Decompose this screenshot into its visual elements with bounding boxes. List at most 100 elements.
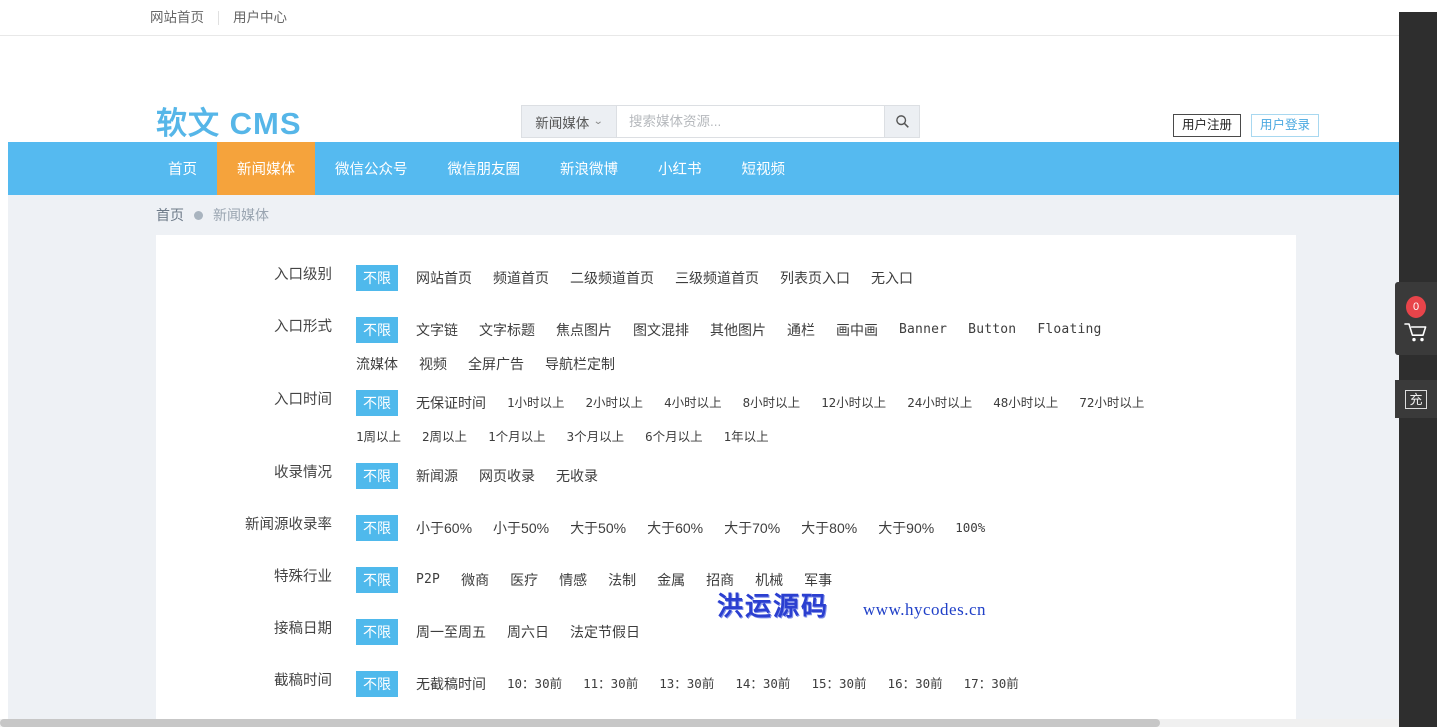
scrollbar-thumb[interactable] [0, 719, 1160, 727]
auth-buttons: 用户注册 用户登录 [1172, 114, 1319, 137]
filter-option-5-0[interactable]: 不限 [356, 567, 398, 593]
nav-item-short-video[interactable]: 短视频 [722, 142, 806, 195]
filter-option-3-3[interactable]: 无收录 [556, 463, 598, 489]
filter-option-5-7[interactable]: 招商 [706, 567, 734, 593]
filter-option-2-4[interactable]: 4小时以上 [664, 390, 722, 416]
breadcrumb-home[interactable]: 首页 [156, 205, 184, 225]
topbar-link-user-center[interactable]: 用户中心 [233, 10, 301, 25]
nav-item-news-media[interactable]: 新闻媒体 [217, 142, 315, 195]
filter-option-2-1[interactable]: 无保证时间 [416, 390, 486, 416]
nav-item-weibo[interactable]: 新浪微博 [540, 142, 638, 195]
cart-widget[interactable]: 0 [1395, 282, 1437, 355]
filter-option-5-5[interactable]: 法制 [608, 567, 636, 593]
filter-option-1-11[interactable]: 流媒体 [356, 351, 398, 377]
filter-option-2-11[interactable]: 2周以上 [422, 424, 467, 450]
filter-option-0-6[interactable]: 无入口 [871, 265, 913, 291]
filter-option-1-3[interactable]: 焦点图片 [556, 317, 612, 343]
filter-option-2-7[interactable]: 24小时以上 [907, 390, 972, 416]
filter-option-7-2[interactable]: 10：30前 [507, 671, 562, 697]
site-logo[interactable]: 软文 CMS [156, 108, 302, 139]
filter-option-2-0[interactable]: 不限 [356, 390, 398, 416]
search-category-select[interactable]: 新闻媒体 ⌄ [521, 105, 616, 138]
filter-option-1-9[interactable]: Button [968, 317, 1016, 343]
filter-option-0-3[interactable]: 二级频道首页 [570, 265, 654, 291]
filter-option-1-8[interactable]: Banner [899, 317, 947, 343]
filter-option-7-4[interactable]: 13：30前 [659, 671, 714, 697]
filter-option-4-6[interactable]: 大于80% [801, 515, 857, 541]
filter-option-3-2[interactable]: 网页收录 [479, 463, 535, 489]
recharge-button[interactable]: 充 [1395, 380, 1437, 418]
filter-option-4-5[interactable]: 大于70% [724, 515, 780, 541]
filter-option-1-7[interactable]: 画中画 [836, 317, 878, 343]
filter-option-5-8[interactable]: 机械 [755, 567, 783, 593]
filter-option-7-3[interactable]: 11：30前 [583, 671, 638, 697]
filter-option-2-5[interactable]: 8小时以上 [743, 390, 801, 416]
filter-option-2-15[interactable]: 1年以上 [724, 424, 769, 450]
login-button[interactable]: 用户登录 [1250, 114, 1319, 137]
filter-option-3-0[interactable]: 不限 [356, 463, 398, 489]
topbar-link-home[interactable]: 网站首页 [150, 10, 219, 25]
filter-option-6-3[interactable]: 法定节假日 [570, 619, 640, 645]
filter-option-1-10[interactable]: Floating [1037, 317, 1101, 343]
filter-option-2-8[interactable]: 48小时以上 [993, 390, 1058, 416]
breadcrumb-current: 新闻媒体 [213, 207, 269, 223]
filter-option-2-6[interactable]: 12小时以上 [821, 390, 886, 416]
filter-option-1-12[interactable]: 视频 [419, 351, 447, 377]
filter-option-7-8[interactable]: 17：30前 [964, 671, 1019, 697]
filter-option-7-1[interactable]: 无截稿时间 [416, 671, 486, 697]
filter-option-5-6[interactable]: 金属 [657, 567, 685, 593]
filter-option-6-2[interactable]: 周六日 [507, 619, 549, 645]
filter-option-7-0[interactable]: 不限 [356, 671, 398, 697]
filter-option-3-1[interactable]: 新闻源 [416, 463, 458, 489]
filter-option-2-9[interactable]: 72小时以上 [1079, 390, 1144, 416]
nav-item-wechat-official[interactable]: 微信公众号 [315, 142, 428, 195]
filter-option-6-1[interactable]: 周一至周五 [416, 619, 486, 645]
filter-option-0-2[interactable]: 频道首页 [493, 265, 549, 291]
nav-item-home[interactable]: 首页 [148, 142, 217, 195]
filter-option-5-4[interactable]: 情感 [559, 567, 587, 593]
page-root: 网站首页 用户中心 软文 CMS 新闻媒体 ⌄ 用户注册 用户登录 首页 新闻 [0, 0, 1399, 727]
filter-option-2-2[interactable]: 1小时以上 [507, 390, 565, 416]
filter-option-1-0[interactable]: 不限 [356, 317, 398, 343]
filter-option-5-9[interactable]: 军事 [804, 567, 832, 593]
horizontal-scrollbar[interactable] [0, 719, 1399, 727]
filter-option-4-4[interactable]: 大于60% [647, 515, 703, 541]
filter-option-4-0[interactable]: 不限 [356, 515, 398, 541]
filter-option-1-1[interactable]: 文字链 [416, 317, 458, 343]
filter-option-4-7[interactable]: 大于90% [878, 515, 934, 541]
filter-option-1-14[interactable]: 导航栏定制 [545, 351, 615, 377]
filter-option-1-4[interactable]: 图文混排 [633, 317, 689, 343]
filter-option-1-13[interactable]: 全屏广告 [468, 351, 524, 377]
filter-option-2-14[interactable]: 6个月以上 [645, 424, 703, 450]
filter-option-4-2[interactable]: 小于50% [493, 515, 549, 541]
filter-label-1: 入口形式 [274, 319, 332, 335]
search-input[interactable] [616, 105, 884, 138]
filter-option-0-1[interactable]: 网站首页 [416, 265, 472, 291]
nav-item-wechat-moments[interactable]: 微信朋友圈 [428, 142, 541, 195]
filter-option-0-0[interactable]: 不限 [356, 265, 398, 291]
filter-option-7-5[interactable]: 14：30前 [735, 671, 790, 697]
filter-option-7-7[interactable]: 16：30前 [888, 671, 943, 697]
filter-option-4-3[interactable]: 大于50% [570, 515, 626, 541]
filter-option-4-8[interactable]: 100% [955, 515, 985, 541]
filter-panel: 洪运源码 www.hycodes.cn 入口级别 不限 网站首页 频道首页 二级频道首页… [156, 235, 1296, 727]
filter-option-1-2[interactable]: 文字标题 [479, 317, 535, 343]
register-button[interactable]: 用户注册 [1172, 114, 1241, 137]
nav-item-xiaohongshu[interactable]: 小红书 [638, 142, 722, 195]
filter-option-5-2[interactable]: 微商 [461, 567, 489, 593]
filter-option-2-12[interactable]: 1个月以上 [488, 424, 546, 450]
filter-option-2-3[interactable]: 2小时以上 [586, 390, 644, 416]
breadcrumb: 首页 新闻媒体 [150, 195, 1399, 235]
filter-option-1-6[interactable]: 通栏 [787, 317, 815, 343]
filter-option-0-4[interactable]: 三级频道首页 [675, 265, 759, 291]
filter-option-1-5[interactable]: 其他图片 [710, 317, 766, 343]
filter-option-2-13[interactable]: 3个月以上 [567, 424, 625, 450]
search-button[interactable] [884, 105, 920, 138]
filter-option-2-10[interactable]: 1周以上 [356, 424, 401, 450]
filter-option-5-1[interactable]: P2P [416, 567, 440, 593]
filter-option-0-5[interactable]: 列表页入口 [780, 265, 850, 291]
filter-option-5-3[interactable]: 医疗 [510, 567, 538, 593]
filter-option-4-1[interactable]: 小于60% [416, 515, 472, 541]
filter-option-7-6[interactable]: 15：30前 [811, 671, 866, 697]
filter-option-6-0[interactable]: 不限 [356, 619, 398, 645]
